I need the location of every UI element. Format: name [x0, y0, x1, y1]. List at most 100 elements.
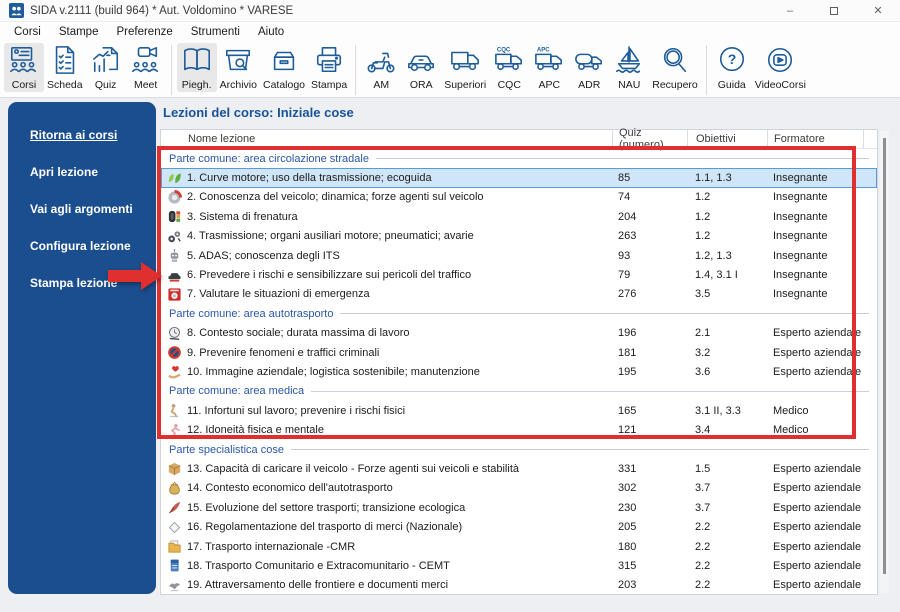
toolbar-button-recupero[interactable]: Recupero [649, 43, 701, 92]
lesson-quiz-count: 195 [618, 365, 637, 378]
lesson-quiz-count: 85 [618, 172, 631, 185]
toolbar-button-guida[interactable]: ? Guida [712, 43, 752, 92]
column-header-obiettivi[interactable]: Obiettivi [687, 130, 767, 148]
toolbar-button-stampa[interactable]: Stampa [308, 43, 350, 92]
lesson-formatore: Insegnante [773, 210, 828, 223]
table-row-lesson[interactable]: 8. Contesto sociale; durata massima di l… [161, 324, 877, 343]
table-row-lesson[interactable]: 11. Infortuni sul lavoro; prevenire i ri… [161, 401, 877, 420]
menu-item-corsi[interactable]: Corsi [5, 26, 50, 38]
table-row-lesson[interactable]: 12. Idoneità fisica e mentale 121 3.4 Medic… [161, 420, 877, 439]
lesson-quiz-count: 165 [618, 404, 637, 417]
lesson-formatore: Esperto aziendale [773, 462, 862, 475]
table-body: Parte comune: area circolazione stradale… [161, 149, 877, 595]
lesson-name: 15. Evoluzione del settore trasporti; tr… [187, 501, 466, 514]
menu-bar: Corsi Stampe Preferenze Strumenti Aiuto [0, 22, 900, 41]
table-row-lesson[interactable]: 7. Valutare le situazioni di emergenza 27… [161, 285, 877, 304]
lesson-name: 10. Immagine aziendale; logistica sosten… [187, 365, 480, 378]
maximize-button[interactable] [812, 0, 856, 21]
lesson-quiz-count: 203 [618, 579, 637, 592]
lesson-quiz-count: 196 [618, 327, 637, 340]
table-row-lesson[interactable]: 4. Trasmissione; organi ausiliari motore… [161, 227, 877, 246]
table-row-lesson[interactable]: 3. Sistema di frenatura 204 1.2 Insegnante [161, 207, 877, 226]
toolbar-button-apc[interactable]: APC APC [529, 43, 569, 92]
risk-car-icon [161, 268, 187, 283]
toolbar-button-catalogo[interactable]: Catalogo [260, 43, 308, 92]
toolbar-button-scheda[interactable]: Scheda [44, 43, 86, 92]
lesson-obiettivi: 3.7 [695, 482, 711, 495]
icon-column-header [161, 130, 187, 148]
toolbar-button-archivio[interactable]: Archivio [217, 43, 260, 92]
toolbar-button-label: Recupero [652, 79, 698, 91]
table-row-lesson[interactable]: 19. Attraversamento delle frontiere e do… [161, 576, 877, 595]
toolbar-button-superiori[interactable]: Superiori [441, 43, 489, 92]
vertical-scrollbar-thumb[interactable] [883, 138, 886, 574]
toolbar-button-label: AM [373, 79, 390, 91]
toolbar-button-label: ADR [578, 79, 601, 91]
table-row-lesson[interactable]: 1. Curve motore; uso della trasmissione;… [161, 168, 877, 188]
courses-icon [9, 45, 39, 78]
table-row-lesson[interactable]: 13. Capacità di caricare il veicolo - Fo… [161, 459, 877, 478]
toolbar-button-nau[interactable]: NAU [609, 43, 649, 92]
toolbar-button-am[interactable]: AM [361, 43, 401, 92]
catalog-drawer-icon [269, 45, 299, 78]
toolbar-button-corsi[interactable]: Corsi [4, 43, 44, 92]
menu-item-stampe[interactable]: Stampe [50, 26, 108, 38]
table-row-lesson[interactable]: 16. Regolamentazione del trasporto di me… [161, 517, 877, 536]
title-bar: SIDA v.2111 (build 964) * Aut. Voldomino… [0, 0, 900, 22]
column-header-nome-lezione[interactable]: Nome lezione [187, 130, 612, 148]
sidebar-item-apri-lezione[interactable]: Apri lezione [30, 165, 156, 179]
table-row-lesson[interactable]: 18. Trasporto Comunitario e Extracomunit… [161, 556, 877, 575]
svg-text:?: ? [727, 51, 736, 67]
lesson-formatore: Insegnante [773, 191, 828, 204]
minimize-button[interactable]: – [768, 0, 812, 21]
diamond-icon [161, 520, 187, 535]
sidebar-item-ritorna-ai-corsi[interactable]: Ritorna ai corsi [30, 128, 156, 142]
printer-icon [314, 45, 344, 78]
table-row-lesson[interactable]: 15. Evoluzione del settore trasporti; tr… [161, 498, 877, 517]
lesson-obiettivi: 1.4, 3.1 I [695, 269, 738, 282]
lesson-quiz-count: 121 [618, 424, 637, 437]
toolbar-button-quiz[interactable]: Quiz [86, 43, 126, 92]
table-row-lesson[interactable]: 10. Immagine aziendale; logistica sosten… [161, 362, 877, 381]
lesson-formatore: Insegnante [773, 172, 828, 185]
toolbar-button-videocorsi[interactable]: VideoCorsi [752, 43, 809, 92]
table-row-lesson[interactable]: 2. Conoscenza del veicolo; dinamica; for… [161, 188, 877, 207]
lesson-formatore: Esperto aziendale [773, 501, 862, 514]
column-header-quiz-numero[interactable]: Quiz (numero) [612, 127, 687, 151]
quill-icon [161, 500, 187, 515]
column-header-formatore[interactable]: Formatore [767, 130, 863, 148]
toolbar-button-piegh[interactable]: Piegh. [176, 43, 217, 92]
table-row-lesson[interactable]: 5. ADAS; conoscenza degli ITS 93 1.2, 1.3 I… [161, 246, 877, 265]
toolbar-button-ora[interactable]: ORA [401, 43, 441, 92]
close-button[interactable]: ✕ [856, 0, 900, 21]
menu-item-preferenze[interactable]: Preferenze [107, 26, 181, 38]
toolbar-button-cqc[interactable]: CQC CQC [489, 43, 529, 92]
lesson-formatore: Esperto aziendale [773, 579, 862, 592]
sidebar-item-stampa-lezione[interactable]: Stampa lezione [30, 276, 156, 290]
menu-item-aiuto[interactable]: Aiuto [249, 26, 293, 38]
sidebar-item-configura-lezione[interactable]: Configura lezione [30, 239, 156, 253]
lesson-name: 6. Prevedere i rischi e sensibilizzare s… [187, 269, 472, 282]
emergency-icon [161, 287, 187, 302]
group-rule [340, 313, 869, 315]
menu-item-strumenti[interactable]: Strumenti [182, 26, 249, 38]
lesson-formatore: Medico [773, 424, 809, 437]
lesson-obiettivi: 3.5 [695, 288, 711, 301]
lesson-obiettivi: 1.2 [695, 230, 711, 243]
brake-disc-icon [161, 189, 187, 205]
scooter-icon [366, 45, 396, 78]
table-row-lesson[interactable]: 14. Contesto economico dell'autotrasport… [161, 479, 877, 498]
toolbar-button-meet[interactable]: Meet [126, 43, 166, 92]
sailboat-icon [614, 45, 644, 78]
lesson-name: 4. Trasmissione; organi ausiliari motore… [187, 230, 474, 243]
lesson-name: 14. Contesto economico dell'autotrasport… [187, 482, 393, 495]
table-row-lesson[interactable]: 6. Prevedere i rischi e sensibilizzare s… [161, 265, 877, 284]
toolbar-button-label: Guida [717, 79, 746, 91]
window-controls: – ✕ [768, 0, 900, 21]
table-row-lesson[interactable]: 9. Prevenire fenomeni e traffici crimina… [161, 343, 877, 362]
sidebar-item-vai-agli-argomenti[interactable]: Vai agli argomenti [30, 202, 156, 216]
toolbar-button-adr[interactable]: ADR [569, 43, 609, 92]
adas-robot-icon [161, 248, 187, 263]
table-row-lesson[interactable]: 17. Trasporto internazionale -CMR 180 2.2 E… [161, 537, 877, 556]
group-label: Parte comune: area medica [169, 385, 305, 398]
